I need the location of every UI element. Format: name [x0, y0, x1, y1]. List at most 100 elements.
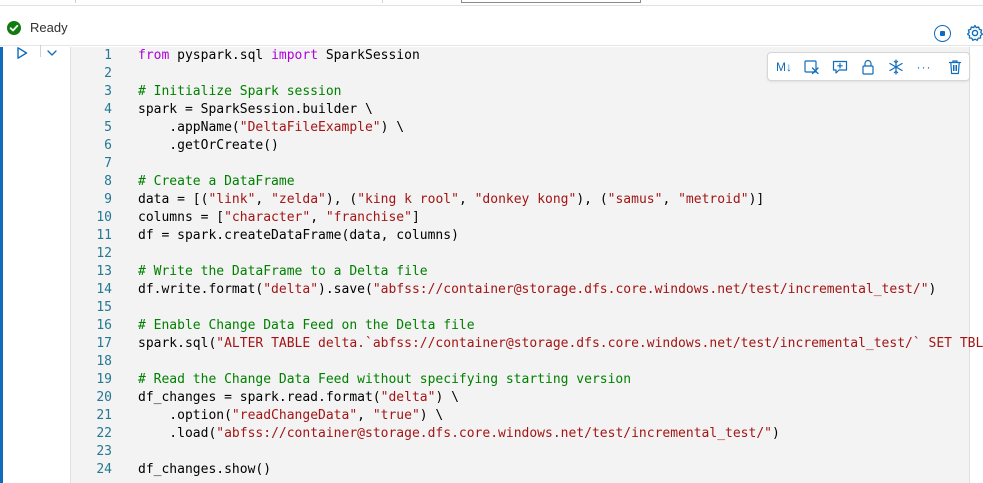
code-token: ) \	[435, 390, 459, 405]
code-token: ]	[411, 210, 420, 225]
code-text: df.write.format("delta").save("abfss://c…	[138, 281, 936, 299]
line-number: 20	[96, 390, 112, 405]
cell-toolbar: M↓ ···	[767, 52, 970, 81]
code-token: pyspark.sql	[169, 48, 272, 63]
code-line[interactable]: 14 df.write.format("delta").save("abfss:/…	[70, 281, 983, 299]
code-text: .option("readChangeData", "true") \	[138, 407, 443, 425]
more-options-button[interactable]: ···	[914, 58, 934, 76]
code-line[interactable]: 15	[70, 299, 983, 317]
code-token: "samus"	[607, 192, 663, 207]
code-line[interactable]: 5 .appName("DeltaFileExample") \	[70, 119, 983, 137]
cell-options-chevron-button[interactable]	[40, 45, 62, 57]
more-icon: ···	[916, 60, 932, 74]
line-number: 24	[96, 462, 112, 477]
code-line[interactable]: 16 # Enable Change Data Feed on the Delta…	[70, 317, 983, 335]
code-token: ), (	[325, 192, 358, 207]
add-comment-button[interactable]	[830, 58, 850, 76]
convert-to-markdown-button[interactable]: M↓	[773, 58, 795, 76]
line-number: 12	[96, 246, 112, 261]
code-token: "ALTER TABLE delta.`abfss://container@st…	[216, 336, 983, 351]
code-token: )	[928, 282, 937, 297]
code-text: df = spark.createDataFrame(data, columns…	[138, 227, 459, 245]
code-line[interactable]: 10 columns = ["character", "franchise"]	[70, 209, 983, 227]
code-line[interactable]: 6 .getOrCreate()	[70, 137, 983, 155]
code-token: "DeltaFileExample"	[239, 120, 381, 135]
code-text: # Write the DataFrame to a Delta file	[138, 263, 428, 281]
code-token: )	[771, 426, 780, 441]
line-number: 14	[96, 282, 112, 297]
code-token: SparkSession	[318, 48, 420, 63]
code-text: from pyspark.sql import SparkSession	[138, 47, 420, 65]
code-token: ,	[255, 192, 272, 207]
code-token: "abfss://container@storage.dfs.core.wind…	[372, 282, 929, 297]
code-token: ) \	[419, 408, 444, 423]
code-line[interactable]: 12	[70, 245, 983, 263]
code-token: "readChangeData"	[231, 408, 358, 423]
line-number: 6	[104, 138, 112, 153]
code-text: df_changes.show()	[138, 461, 271, 479]
code-line[interactable]: 13 # Write the DataFrame to a Delta file	[70, 263, 983, 281]
lock-cell-button[interactable]	[858, 58, 878, 76]
code-editor[interactable]: 1 from pyspark.sql import SparkSession 2 3 #…	[70, 47, 983, 483]
code-line[interactable]: 9 data = [("link", "zelda"), ("king k roo…	[70, 191, 983, 209]
freeze-cell-button[interactable]	[886, 58, 906, 76]
clear-output-icon	[804, 60, 819, 75]
code-text: .getOrCreate()	[138, 137, 279, 155]
code-token: spark.sql(	[138, 336, 217, 351]
status-label: Ready	[30, 20, 68, 35]
code-text: # Initialize Spark session	[138, 83, 342, 101]
line-number: 11	[96, 228, 112, 243]
code-text: df_changes = spark.read.format("delta") …	[138, 389, 459, 407]
code-token: # Create a DataFrame	[138, 174, 295, 189]
code-line[interactable]: 3 # Initialize Spark session	[70, 83, 983, 101]
code-token: from	[138, 48, 170, 63]
code-text: .load("abfss://container@storage.dfs.cor…	[138, 425, 780, 443]
lock-icon	[862, 59, 874, 75]
line-number: 3	[104, 84, 112, 99]
tab-divider	[75, 0, 76, 3]
code-token: import	[271, 48, 319, 63]
code-token: "franchise"	[325, 210, 412, 225]
code-line[interactable]: 23	[70, 443, 983, 461]
code-text: spark = SparkSession.builder \	[138, 101, 373, 119]
stop-session-button[interactable]	[934, 25, 951, 42]
code-token: # Enable Change Data Feed on the Delta f…	[138, 318, 475, 333]
code-line[interactable]: 22 .load("abfss://container@storage.dfs.…	[70, 425, 983, 443]
code-line[interactable]: 20 df_changes = spark.read.format("delta"…	[70, 389, 983, 407]
code-line[interactable]: 24 df_changes.show()	[70, 461, 983, 479]
clear-output-button[interactable]	[802, 58, 822, 76]
settings-gear-icon[interactable]	[965, 23, 983, 43]
code-token: ,	[662, 192, 679, 207]
code-line[interactable]: 4 spark = SparkSession.builder \	[70, 101, 983, 119]
code-token: # Initialize Spark session	[138, 84, 342, 99]
active-cell-indicator	[0, 47, 3, 483]
code-line[interactable]: 21 .option("readChangeData", "true") \	[70, 407, 983, 425]
code-line[interactable]: 7	[70, 155, 983, 173]
code-token: df.write.format(	[138, 282, 264, 297]
delete-cell-button[interactable]	[945, 58, 965, 76]
markdown-icon: M↓	[776, 60, 792, 74]
run-cell-button[interactable]	[15, 45, 29, 59]
code-token: # Write the DataFrame to a Delta file	[138, 264, 428, 279]
code-line[interactable]: 8 # Create a DataFrame	[70, 173, 983, 191]
code-line[interactable]: 18	[70, 353, 983, 371]
code-token: "true"	[372, 408, 420, 423]
code-token: ).save(	[318, 282, 373, 297]
code-token: spark = SparkSession.builder \	[138, 102, 373, 117]
code-text: # Read the Change Data Feed without spec…	[138, 371, 631, 389]
line-number: 22	[96, 426, 112, 441]
code-token: "abfss://container@storage.dfs.core.wind…	[216, 426, 772, 441]
line-number: 4	[104, 102, 112, 117]
code-line[interactable]: 17 spark.sql("ALTER TABLE delta.`abfss://…	[70, 335, 983, 353]
search-box-edge[interactable]	[461, 0, 641, 3]
line-number: 18	[96, 354, 112, 369]
code-line[interactable]: 19 # Read the Change Data Feed without sp…	[70, 371, 983, 389]
cell-status-bar: Ready	[0, 6, 983, 46]
code-token: df_changes.show()	[138, 462, 272, 477]
trash-icon	[948, 60, 962, 75]
line-number: 7	[104, 156, 112, 171]
code-token: ,	[357, 408, 373, 423]
code-token: "character"	[224, 210, 311, 225]
line-number: 21	[96, 408, 112, 423]
code-line[interactable]: 11 df = spark.createDataFrame(data, colum…	[70, 227, 983, 245]
